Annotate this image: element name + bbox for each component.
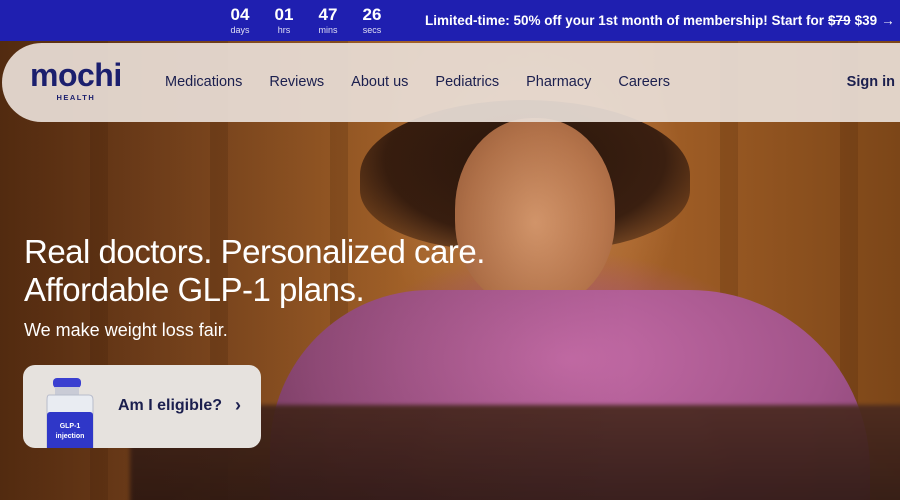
arrow-right-icon: →	[881, 13, 895, 28]
promo-old-price: $79	[828, 13, 851, 28]
timer-seconds: 26 secs	[350, 4, 394, 36]
timer-minutes: 47 mins	[306, 4, 350, 36]
timer-unit: secs	[362, 24, 382, 35]
mochi-logo[interactable]: mochi HEALTH	[30, 59, 122, 102]
countdown-timer: 04 days 01 hrs 47 mins 26 secs	[218, 4, 394, 36]
nav-link-medications[interactable]: Medications	[165, 74, 242, 90]
glp1-vial-icon: GLP-1 injection	[46, 378, 94, 448]
timer-unit: hrs	[277, 24, 291, 35]
hero-subhead: We make weight loss fair.	[24, 320, 228, 340]
timer-unit: days	[230, 24, 250, 35]
nav-link-reviews[interactable]: Reviews	[269, 74, 324, 90]
headline-line-1: Real doctors. Personalized care.	[24, 233, 485, 270]
vial-label-1: GLP-1	[60, 423, 81, 430]
hero-headline: Real doctors. Personalized care. Afforda…	[24, 233, 485, 309]
headline-line-2: Affordable GLP-1 plans.	[24, 271, 365, 308]
promo-new-price: $39	[854, 13, 878, 28]
logo-subtitle: HEALTH	[56, 93, 96, 102]
nav-link-pharmacy[interactable]: Pharmacy	[526, 74, 591, 90]
chevron-right-icon: ›	[235, 395, 241, 415]
vial-label-2: injection	[56, 433, 85, 440]
timer-value: 04	[230, 4, 250, 24]
promo-banner: 04 days 01 hrs 47 mins 26 secs Limited-t…	[0, 0, 900, 41]
nav-links: Medications Reviews About us Pediatrics …	[165, 74, 670, 90]
nav-link-about-us[interactable]: About us	[351, 74, 408, 90]
timer-unit: mins	[318, 24, 338, 35]
sign-in-link[interactable]: Sign in	[847, 74, 895, 90]
eligibility-button-label: Am I eligible?	[118, 397, 223, 414]
main-nav: mochi HEALTH Medications Reviews About u…	[2, 43, 900, 122]
eligibility-button[interactable]: GLP-1 injection Am I eligible? ›	[23, 365, 261, 448]
timer-hours: 01 hrs	[262, 4, 306, 36]
promo-offer-link[interactable]: Limited-time: 50% off your 1st month of …	[425, 13, 895, 28]
timer-value: 01	[274, 4, 294, 24]
nav-link-careers[interactable]: Careers	[618, 74, 670, 90]
timer-value: 26	[362, 4, 382, 24]
logo-wordmark: mochi	[30, 57, 122, 93]
timer-days: 04 days	[218, 4, 262, 36]
nav-link-pediatrics[interactable]: Pediatrics	[435, 74, 499, 90]
timer-value: 47	[318, 4, 338, 24]
promo-text: Limited-time: 50% off your 1st month of …	[425, 13, 825, 28]
